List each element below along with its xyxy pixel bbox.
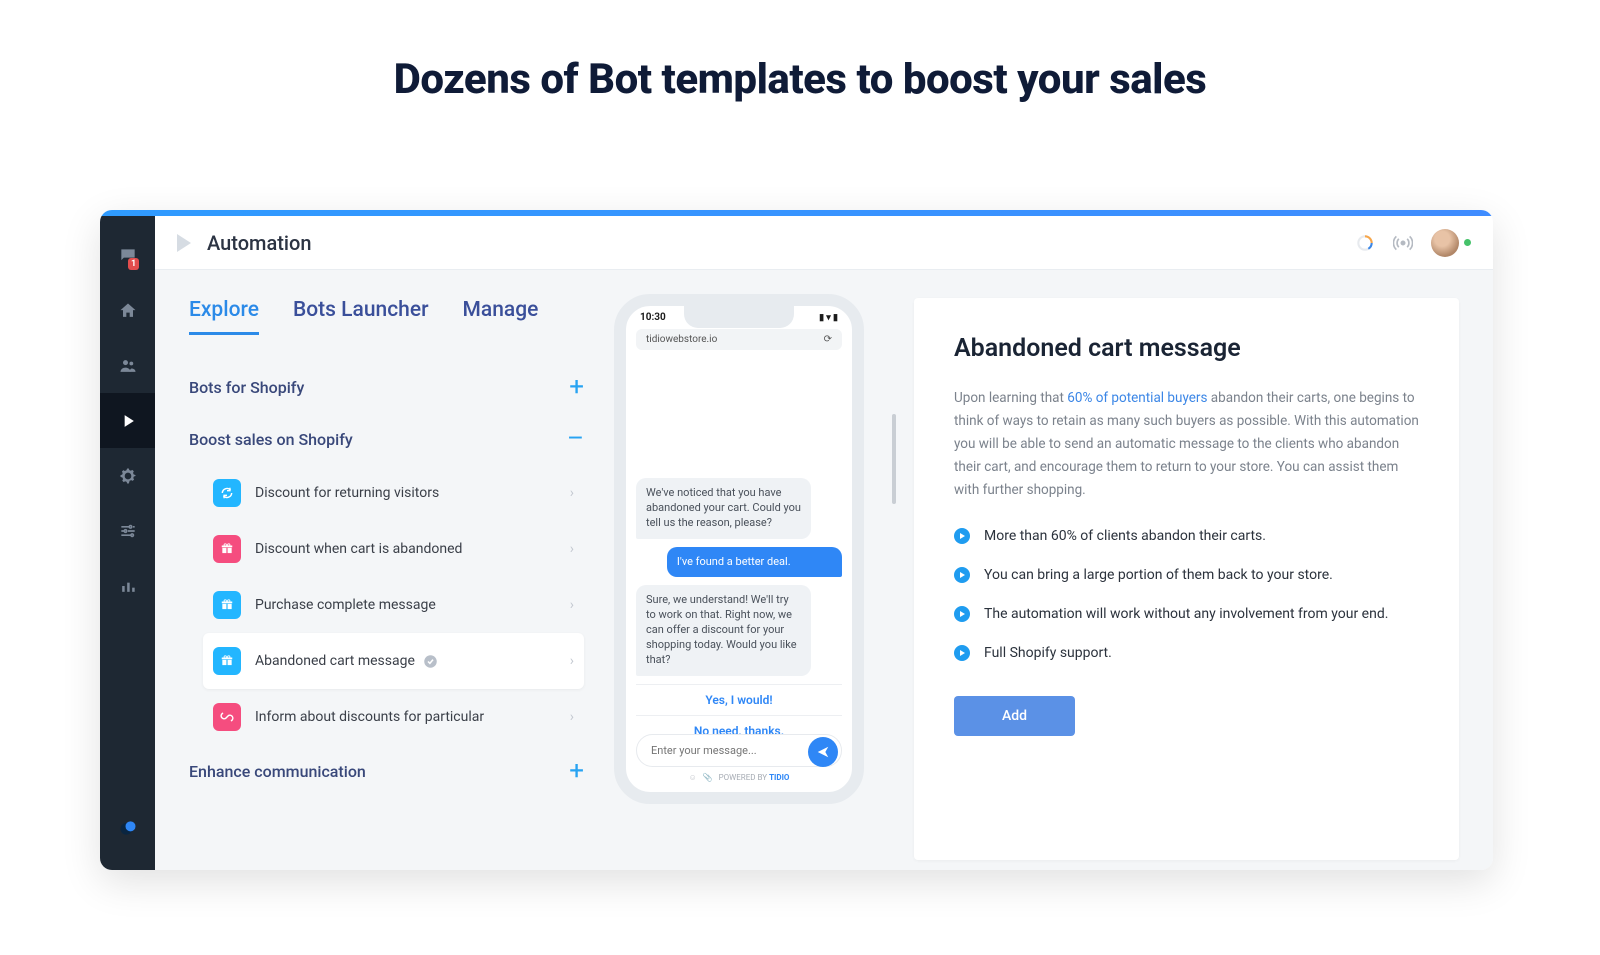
tabs: Explore Bots Launcher Manage [189, 298, 584, 335]
benefit-item: More than 60% of clients abandon their c… [954, 526, 1419, 547]
add-button[interactable]: Add [954, 696, 1075, 736]
section-label: Bots for Shopify [189, 378, 304, 397]
bot-template-item[interactable]: Discount for returning visitors › [203, 465, 584, 521]
detail-description: Upon learning that 60% of potential buye… [954, 387, 1419, 502]
section-play-icon [177, 234, 191, 252]
section-boost-sales[interactable]: Boost sales on Shopify – [189, 413, 584, 465]
section-enhance-communication[interactable]: Enhance communication + [189, 745, 584, 797]
chevron-right-icon: › [570, 653, 574, 669]
bot-item-label: Discount for returning visitors [255, 485, 439, 501]
detail-title: Abandoned cart message [954, 334, 1419, 363]
top-bar: Automation [155, 216, 1493, 270]
template-list: Explore Bots Launcher Manage Bots for Sh… [189, 298, 584, 860]
gift-icon [213, 591, 241, 619]
sidebar-item-settings[interactable] [100, 448, 155, 503]
chevron-right-icon: › [570, 709, 574, 725]
bot-message: We've noticed that you have abandoned yo… [636, 478, 811, 539]
bot-item-label: Discount when cart is abandoned [255, 541, 462, 557]
bot-template-item[interactable]: Inform about discounts for particular › [203, 689, 584, 745]
send-icon [816, 745, 830, 759]
gear-icon [118, 466, 138, 486]
section-label: Boost sales on Shopify [189, 430, 353, 449]
sidebar-item-tidio[interactable] [100, 800, 155, 855]
broadcast-icon[interactable] [1393, 233, 1413, 253]
benefit-item: Full Shopify support. [954, 643, 1419, 664]
gift-icon [213, 535, 241, 563]
tab-manage[interactable]: Manage [463, 298, 539, 335]
app-frame: 1 [100, 210, 1493, 870]
notification-badge: 1 [128, 258, 139, 270]
bot-item-label: Abandoned cart message [255, 653, 415, 669]
collapse-icon: – [567, 424, 584, 454]
bot-item-label: Purchase complete message [255, 597, 436, 613]
marketing-headline: Dozens of Bot templates to boost your sa… [0, 55, 1600, 104]
play-icon [118, 411, 138, 431]
benefit-item: The automation will work without any inv… [954, 604, 1419, 625]
powered-by: ☺ 📎 POWERED BY TIDIO [636, 773, 842, 782]
phone-signal-icon: ▮ ▾ ▮ [819, 313, 838, 323]
section-bots-for-shopify[interactable]: Bots for Shopify + [189, 361, 584, 413]
phone-time: 10:30 [640, 312, 666, 323]
template-detail-panel: Abandoned cart message Upon learning tha… [914, 298, 1459, 860]
sidebar-item-visitors[interactable] [100, 338, 155, 393]
tidio-logo-icon [118, 818, 138, 838]
link-icon [213, 703, 241, 731]
play-bullet-icon [954, 567, 970, 583]
home-icon [118, 301, 138, 321]
sliders-icon [118, 521, 138, 541]
scrollbar-thumb[interactable] [892, 414, 896, 504]
sidebar-item-analytics[interactable] [100, 558, 155, 613]
sidebar-item-conversations[interactable]: 1 [100, 228, 155, 283]
presence-dot [1464, 239, 1471, 246]
sidebar-item-channels[interactable] [100, 503, 155, 558]
gift-icon [213, 647, 241, 675]
bot-template-item[interactable]: Purchase complete message › [203, 577, 584, 633]
chevron-right-icon: › [570, 485, 574, 501]
bot-template-item[interactable]: Discount when cart is abandoned › [203, 521, 584, 577]
usage-ring-icon[interactable] [1355, 233, 1375, 253]
sidebar: 1 [100, 216, 155, 870]
play-bullet-icon [954, 645, 970, 661]
avatar[interactable] [1431, 229, 1459, 257]
reload-icon: ⟳ [824, 334, 832, 345]
play-bullet-icon [954, 528, 970, 544]
phone-address-bar: tidiowebstore.io ⟳ [636, 329, 842, 350]
expand-icon: + [569, 372, 584, 402]
user-message: I've found a better deal. [667, 547, 842, 578]
bot-template-item[interactable]: Abandoned cart message › [203, 633, 584, 689]
send-button[interactable] [808, 737, 838, 767]
chevron-right-icon: › [570, 541, 574, 557]
tab-bots-launcher[interactable]: Bots Launcher [293, 298, 429, 335]
page-title: Automation [207, 231, 312, 255]
quick-reply-yes[interactable]: Yes, I would! [636, 684, 842, 715]
chevron-right-icon: › [570, 597, 574, 613]
expand-icon: + [569, 756, 584, 786]
stat-link[interactable]: 60% of potential buyers [1067, 390, 1207, 406]
check-badge-icon [423, 654, 438, 669]
phone-preview: 10:30 ▮ ▾ ▮ tidiowebstore.io ⟳ We've not… [614, 294, 884, 860]
people-icon [118, 356, 138, 376]
bot-item-label: Inform about discounts for particular [255, 709, 484, 725]
benefit-item: You can bring a large portion of them ba… [954, 565, 1419, 586]
play-bullet-icon [954, 606, 970, 622]
refresh-icon [213, 479, 241, 507]
bars-icon [118, 576, 138, 596]
tab-explore[interactable]: Explore [189, 298, 259, 335]
sidebar-item-home[interactable] [100, 283, 155, 338]
bot-message: Sure, we understand! We'll try to work o… [636, 585, 811, 675]
sidebar-item-automation[interactable] [100, 393, 155, 448]
section-label: Enhance communication [189, 762, 366, 781]
